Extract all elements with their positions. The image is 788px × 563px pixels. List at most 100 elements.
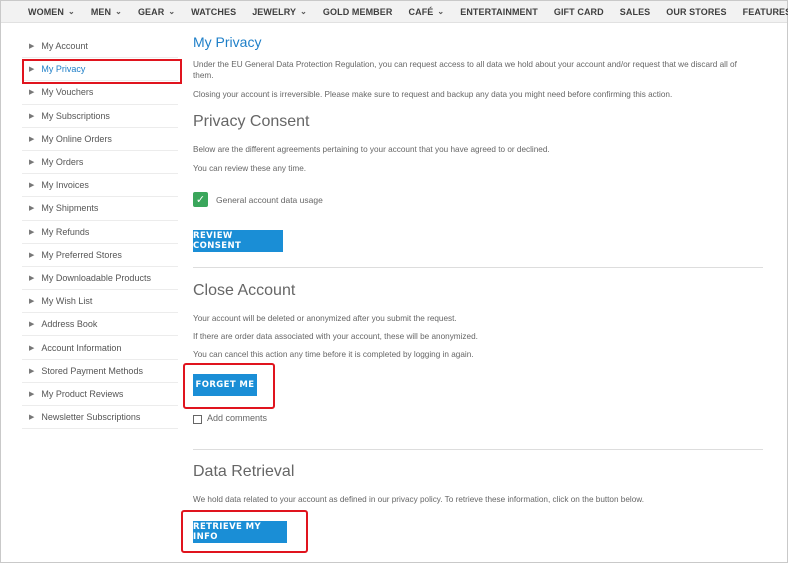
caret-right-icon: ▶	[29, 344, 35, 352]
chevron-down-icon: ⌄	[68, 7, 75, 16]
consent-checkbox-label: General account data usage	[216, 195, 323, 205]
sidebar-item-label: My Subscriptions	[41, 110, 110, 121]
sidebar-item-my-preferred-stores[interactable]: ▶ My Preferred Stores	[22, 244, 178, 267]
nav-item-label: FEATURES	[742, 6, 788, 17]
caret-right-icon: ▶	[29, 251, 35, 259]
add-comments-label: Add comments	[207, 413, 268, 423]
nav-item-gift-card[interactable]: GIFT CARD	[554, 7, 604, 17]
nav-item-jewelry[interactable]: JEWELRY ⌄	[252, 7, 307, 17]
sidebar-item-my-privacy[interactable]: ▶ My Privacy	[22, 58, 182, 85]
checkmark-icon: ✓	[195, 194, 206, 206]
close-account-text-2: If there are order data associated with …	[193, 332, 478, 341]
sidebar-item-my-product-reviews[interactable]: ▶ My Product Reviews	[22, 383, 178, 406]
page-title: My Privacy	[193, 34, 262, 50]
nav-item-entertainment[interactable]: ENTERTAINMENT	[460, 7, 538, 17]
close-account-text-1: Your account will be deleted or anonymiz…	[193, 314, 457, 323]
chevron-down-icon: ⌄	[168, 7, 176, 16]
nav-item-gold-member[interactable]: GOLD MEMBER	[323, 7, 393, 17]
intro-text: Under the EU General Data Protection Reg…	[193, 60, 737, 80]
account-sidebar: ▶ My Account ▶ My Privacy ▶ My Vouchers ▶ My Su…	[22, 35, 182, 430]
nav-item-label: ENTERTAINMENT	[460, 6, 538, 17]
caret-right-icon: ▶	[29, 66, 35, 74]
sidebar-item-my-shipments[interactable]: ▶ My Shipments	[22, 197, 178, 221]
caret-right-icon: ▶	[29, 390, 35, 398]
close-account-heading: Close Account	[193, 282, 296, 299]
nav-item-label: GOLD MEMBER	[322, 6, 393, 17]
caret-right-icon: ▶	[29, 205, 35, 213]
sidebar-item-label: My Invoices	[41, 180, 89, 191]
caret-right-icon: ▶	[29, 43, 35, 51]
consent-checkbox[interactable]: ✓	[193, 192, 208, 207]
sidebar-item-my-downloadable-products[interactable]: ▶ My Downloadable Products	[22, 267, 178, 291]
sidebar-item-label: My Preferred Stores	[41, 249, 122, 260]
sidebar-item-label: My Refunds	[41, 226, 90, 237]
nav-item-gear[interactable]: GEAR ⌄	[138, 7, 175, 17]
sidebar-item-my-online-orders[interactable]: ▶ My Online Orders	[22, 128, 178, 151]
sidebar-item-label: My Orders	[41, 157, 84, 168]
chevron-down-icon: ⌄	[115, 7, 122, 16]
nav-item-label: GEAR	[137, 6, 165, 17]
nav-item-label: GIFT CARD	[553, 6, 604, 17]
nav-item-label: WOMEN	[28, 6, 64, 17]
caret-right-icon: ▶	[29, 89, 35, 97]
close-account-text-3: You can cancel this action any time befo…	[193, 350, 474, 359]
caret-right-icon: ▶	[29, 228, 35, 236]
sidebar-item-newsletter-subscriptions[interactable]: ▶ Newsletter Subscriptions	[22, 406, 178, 430]
retrieve-my-info-button[interactable]: RETRIEVE MY INFO	[193, 521, 287, 543]
intro-warning-text: Closing your account is irreversible. Pl…	[193, 90, 673, 99]
section-divider	[193, 267, 763, 268]
nav-item-label: OUR STORES	[666, 6, 727, 17]
privacy-consent-heading: Privacy Consent	[193, 113, 310, 130]
sidebar-item-my-refunds[interactable]: ▶ My Refunds	[22, 221, 178, 244]
caret-right-icon: ▶	[29, 298, 35, 306]
data-retrieval-heading: Data Retrieval	[193, 463, 295, 480]
nav-item-features[interactable]: FEATURES	[743, 7, 788, 17]
forget-me-button[interactable]: FORGET ME	[193, 374, 257, 396]
nav-item-sales[interactable]: SALES	[620, 7, 651, 17]
consent-review-note: You can review these any time.	[193, 164, 307, 173]
sidebar-item-label: Newsletter Subscriptions	[41, 412, 141, 423]
sidebar-item-my-orders[interactable]: ▶ My Orders	[22, 151, 178, 175]
sidebar-item-address-book[interactable]: ▶ Address Book	[22, 313, 178, 337]
sidebar-item-label: My Shipments	[41, 203, 99, 214]
sidebar-item-label: My Vouchers	[41, 87, 94, 98]
caret-right-icon: ▶	[29, 112, 35, 120]
nav-item-our-stores[interactable]: OUR STORES	[666, 7, 726, 17]
sidebar-item-label: My Downloadable Products	[41, 272, 151, 283]
sidebar-item-my-invoices[interactable]: ▶ My Invoices	[22, 174, 178, 198]
section-divider-2	[193, 449, 763, 450]
nav-item-label: CAFÉ	[408, 6, 434, 17]
nav-item-label: SALES	[619, 6, 651, 17]
nav-item-caf-[interactable]: CAFÉ ⌄	[409, 7, 445, 17]
chevron-down-icon: ⌄	[437, 7, 445, 16]
sidebar-item-label: My Privacy	[41, 64, 86, 75]
sidebar-item-my-subscriptions[interactable]: ▶ My Subscriptions	[22, 105, 178, 128]
sidebar-item-label: My Wish List	[41, 296, 93, 307]
sidebar-item-stored-payment-methods[interactable]: ▶ Stored Payment Methods	[22, 360, 178, 383]
nav-item-label: MEN	[90, 6, 112, 17]
caret-right-icon: ▶	[29, 367, 35, 375]
data-retrieval-text: We hold data related to your account as …	[193, 495, 645, 504]
sidebar-item-label: Address Book	[41, 319, 98, 330]
nav-item-watches[interactable]: WATCHES	[191, 7, 236, 17]
add-comments-checkbox[interactable]	[193, 415, 202, 424]
nav-item-label: WATCHES	[191, 6, 237, 17]
sidebar-item-label: My Account	[41, 41, 88, 52]
caret-right-icon: ▶	[29, 414, 35, 422]
chevron-down-icon: ⌄	[300, 7, 307, 16]
sidebar-item-label: My Product Reviews	[41, 388, 124, 399]
review-consent-button[interactable]: REVIEW CONSENT	[193, 230, 283, 252]
caret-right-icon: ▶	[29, 321, 35, 329]
caret-right-icon: ▶	[29, 135, 35, 143]
sidebar-item-my-wish-list[interactable]: ▶ My Wish List	[22, 290, 178, 314]
top-navigation: WOMEN ⌄ MEN ⌄ GEAR ⌄ WATCHES JEWELRY ⌄ GOLD MEMBE…	[1, 1, 788, 23]
nav-item-men[interactable]: MEN ⌄	[91, 7, 122, 17]
sidebar-item-my-account[interactable]: ▶ My Account	[22, 35, 178, 59]
sidebar-item-account-information[interactable]: ▶ Account Information	[22, 336, 178, 360]
nav-item-label: JEWELRY	[252, 6, 297, 17]
sidebar-item-label: Stored Payment Methods	[41, 365, 143, 376]
consent-description: Below are the different agreements perta…	[193, 145, 550, 154]
sidebar-item-my-vouchers[interactable]: ▶ My Vouchers	[22, 81, 178, 105]
sidebar-item-label: My Online Orders	[41, 133, 112, 144]
nav-item-women[interactable]: WOMEN ⌄	[28, 7, 75, 17]
